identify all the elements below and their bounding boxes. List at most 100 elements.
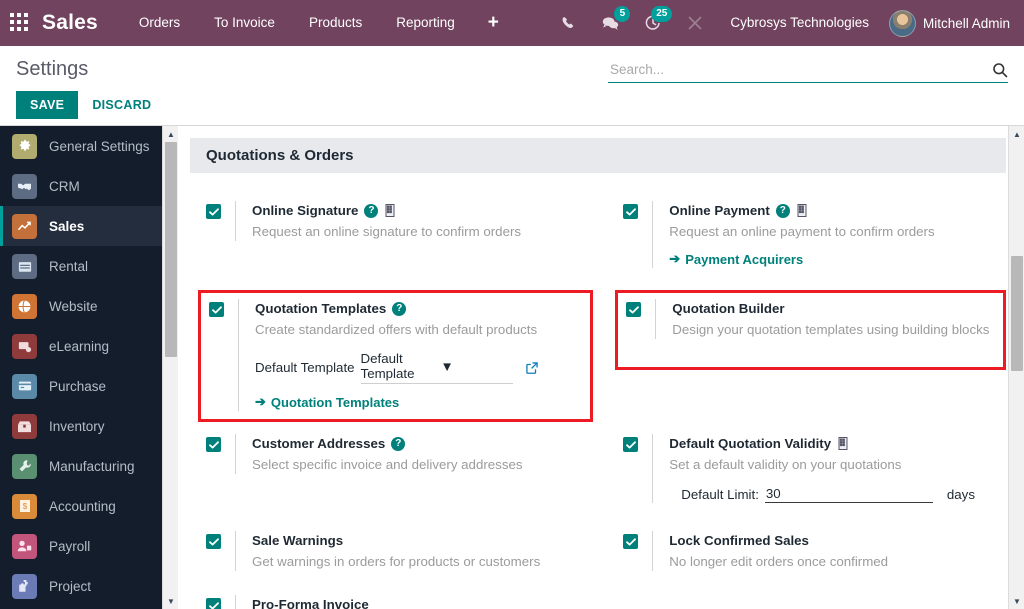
- setting-online-signature: Online Signature ? Request an online sig…: [198, 195, 593, 249]
- invoice-icon: $: [12, 493, 37, 519]
- sidebar-item-inventory[interactable]: Inventory: [0, 406, 178, 446]
- save-button[interactable]: SAVE: [16, 91, 79, 119]
- sidebar-item-elearning[interactable]: eLearning: [0, 326, 178, 366]
- scroll-up-arrow[interactable]: ▲: [1009, 126, 1024, 142]
- setting-sale-warnings: Sale Warnings Get warnings in orders for…: [198, 525, 593, 579]
- searchview: [608, 60, 1008, 83]
- search-icon[interactable]: [992, 62, 1008, 78]
- menu-item-to-invoice[interactable]: To Invoice: [197, 0, 292, 46]
- messages-icon[interactable]: 5: [589, 0, 632, 46]
- top-navbar: Sales Orders To Invoice Products Reporti…: [0, 0, 1024, 46]
- link-quotation-templates[interactable]: ➔ Quotation Templates: [255, 394, 399, 410]
- checkbox-customer-addresses[interactable]: [206, 437, 221, 452]
- default-template-select[interactable]: Default Template ▼: [360, 351, 513, 384]
- sidebar-item-purchase[interactable]: Purchase: [0, 366, 178, 406]
- checkbox-proforma-invoice[interactable]: [206, 598, 221, 609]
- card-icon: [12, 373, 37, 399]
- setting-cell-default-quotation-validity: Default Quotation Validity Set a default…: [607, 428, 1006, 511]
- sidebar-scrollbar[interactable]: ▲ ▼: [162, 126, 178, 609]
- sidebar-item-project[interactable]: Project: [0, 566, 178, 606]
- setting-label: Customer Addresses: [252, 436, 386, 451]
- sidebar-item-rental[interactable]: Rental: [0, 246, 178, 286]
- scroll-up-arrow[interactable]: ▲: [163, 126, 178, 142]
- external-link-icon[interactable]: [525, 361, 539, 375]
- sidebar-item-general-settings[interactable]: General Settings: [0, 126, 178, 166]
- setting-label-row: Sale Warnings: [252, 531, 540, 550]
- setting-label: Quotation Templates: [255, 301, 387, 316]
- company-dependent-icon[interactable]: [837, 436, 851, 451]
- company-dependent-icon[interactable]: [384, 203, 398, 218]
- checkbox-quotation-templates[interactable]: [209, 302, 224, 317]
- handshake-icon: [12, 173, 37, 199]
- checkbox-sale-warnings[interactable]: [206, 534, 221, 549]
- box-icon: [12, 413, 37, 439]
- wrench-icon: [12, 453, 37, 479]
- scroll-down-arrow[interactable]: ▼: [1009, 593, 1024, 609]
- scroll-down-arrow[interactable]: ▼: [163, 593, 178, 609]
- globe-icon: [12, 293, 37, 319]
- arrow-right-icon: ➔: [255, 394, 266, 409]
- setting-label: Online Payment: [669, 203, 770, 218]
- sidebar-item-sales[interactable]: Sales: [0, 206, 178, 246]
- checkbox-lock-confirmed-sales[interactable]: [623, 534, 639, 549]
- menu-item-reporting[interactable]: Reporting: [379, 0, 472, 46]
- setting-label-row: Default Quotation Validity: [669, 434, 975, 453]
- field-default-template-row: Default Template Default Template ▼: [255, 351, 539, 384]
- content-scrollbar[interactable]: ▲ ▼: [1008, 126, 1024, 609]
- settings-body: General Settings CRM Sales Rental Websit…: [0, 126, 1024, 609]
- chart-line-icon: [12, 213, 37, 239]
- clock-activities-icon[interactable]: 25: [632, 0, 674, 46]
- setting-description: Create standardized offers with default …: [255, 322, 538, 337]
- settings-content: Quotations & Orders Online Signature ? R…: [178, 126, 1024, 609]
- settings-inner: Quotations & Orders Online Signature ? R…: [190, 138, 1006, 609]
- checkbox-quotation-builder[interactable]: [626, 302, 642, 317]
- user-avatar: [888, 9, 916, 37]
- help-icon[interactable]: ?: [364, 203, 379, 218]
- setting-online-payment: Online Payment ? Request an online payme…: [615, 195, 1006, 276]
- setting-cell-online-payment: Online Payment ? Request an online payme…: [607, 195, 1006, 276]
- apps-grid-icon[interactable]: [10, 13, 30, 33]
- sidebar-item-label: Inventory: [49, 418, 105, 434]
- sidebar-item-label: Sales: [49, 218, 85, 234]
- sidebar-scroll-thumb[interactable]: [165, 142, 177, 357]
- sidebar-item-accounting[interactable]: $ Accounting: [0, 486, 178, 526]
- search-input[interactable]: [608, 60, 992, 79]
- setting-description: Select specific invoice and delivery add…: [252, 457, 523, 472]
- chevron-down-icon: ▼: [440, 358, 454, 374]
- sidebar-item-label: Project: [49, 578, 92, 594]
- user-menu[interactable]: Mitchell Admin: [883, 9, 1010, 37]
- settings-sidebar: General Settings CRM Sales Rental Websit…: [0, 126, 178, 609]
- messages-count-badge: 5: [614, 6, 631, 22]
- sidebar-item-manufacturing[interactable]: Manufacturing: [0, 446, 178, 486]
- sidebar-item-website[interactable]: Website: [0, 286, 178, 326]
- menu-item-products[interactable]: Products: [292, 0, 379, 46]
- menu-item-orders[interactable]: Orders: [122, 0, 197, 46]
- help-icon[interactable]: ?: [391, 436, 406, 451]
- days-unit-label: days: [946, 487, 975, 502]
- phone-icon[interactable]: [548, 0, 589, 46]
- default-limit-input[interactable]: [764, 486, 933, 503]
- sidebar-item-label: Accounting: [49, 498, 116, 514]
- default-template-value: Default Template: [360, 351, 415, 381]
- sidebar-item-label: General Settings: [49, 138, 150, 154]
- company-switcher[interactable]: Cybrosys Technologies: [716, 0, 883, 46]
- setting-cell-customer-addresses: Customer Addresses ? Select specific inv…: [190, 428, 593, 511]
- sidebar-item-payroll[interactable]: Payroll: [0, 526, 178, 566]
- help-icon[interactable]: ?: [392, 301, 407, 316]
- add-menu-plus-icon[interactable]: +: [472, 0, 515, 46]
- setting-label: Default Quotation Validity: [669, 436, 832, 451]
- checkbox-online-payment[interactable]: [623, 204, 639, 219]
- content-scroll-thumb[interactable]: [1011, 256, 1023, 371]
- checkbox-default-quotation-validity[interactable]: [623, 437, 639, 452]
- company-dependent-icon[interactable]: [796, 203, 810, 218]
- discard-button[interactable]: DISCARD: [86, 91, 157, 119]
- sidebar-item-label: eLearning: [49, 338, 110, 354]
- setting-description: Set a default validity on your quotation…: [669, 457, 902, 472]
- checkbox-online-signature[interactable]: [206, 204, 221, 219]
- wrench-debug-icon[interactable]: [674, 0, 716, 46]
- help-icon[interactable]: ?: [775, 203, 790, 218]
- link-payment-acquirers[interactable]: ➔ Payment Acquirers: [669, 251, 803, 267]
- setting-label-row: Quotation Templates ?: [255, 299, 539, 318]
- sidebar-item-crm[interactable]: CRM: [0, 166, 178, 206]
- app-brand-sales[interactable]: Sales: [42, 11, 98, 35]
